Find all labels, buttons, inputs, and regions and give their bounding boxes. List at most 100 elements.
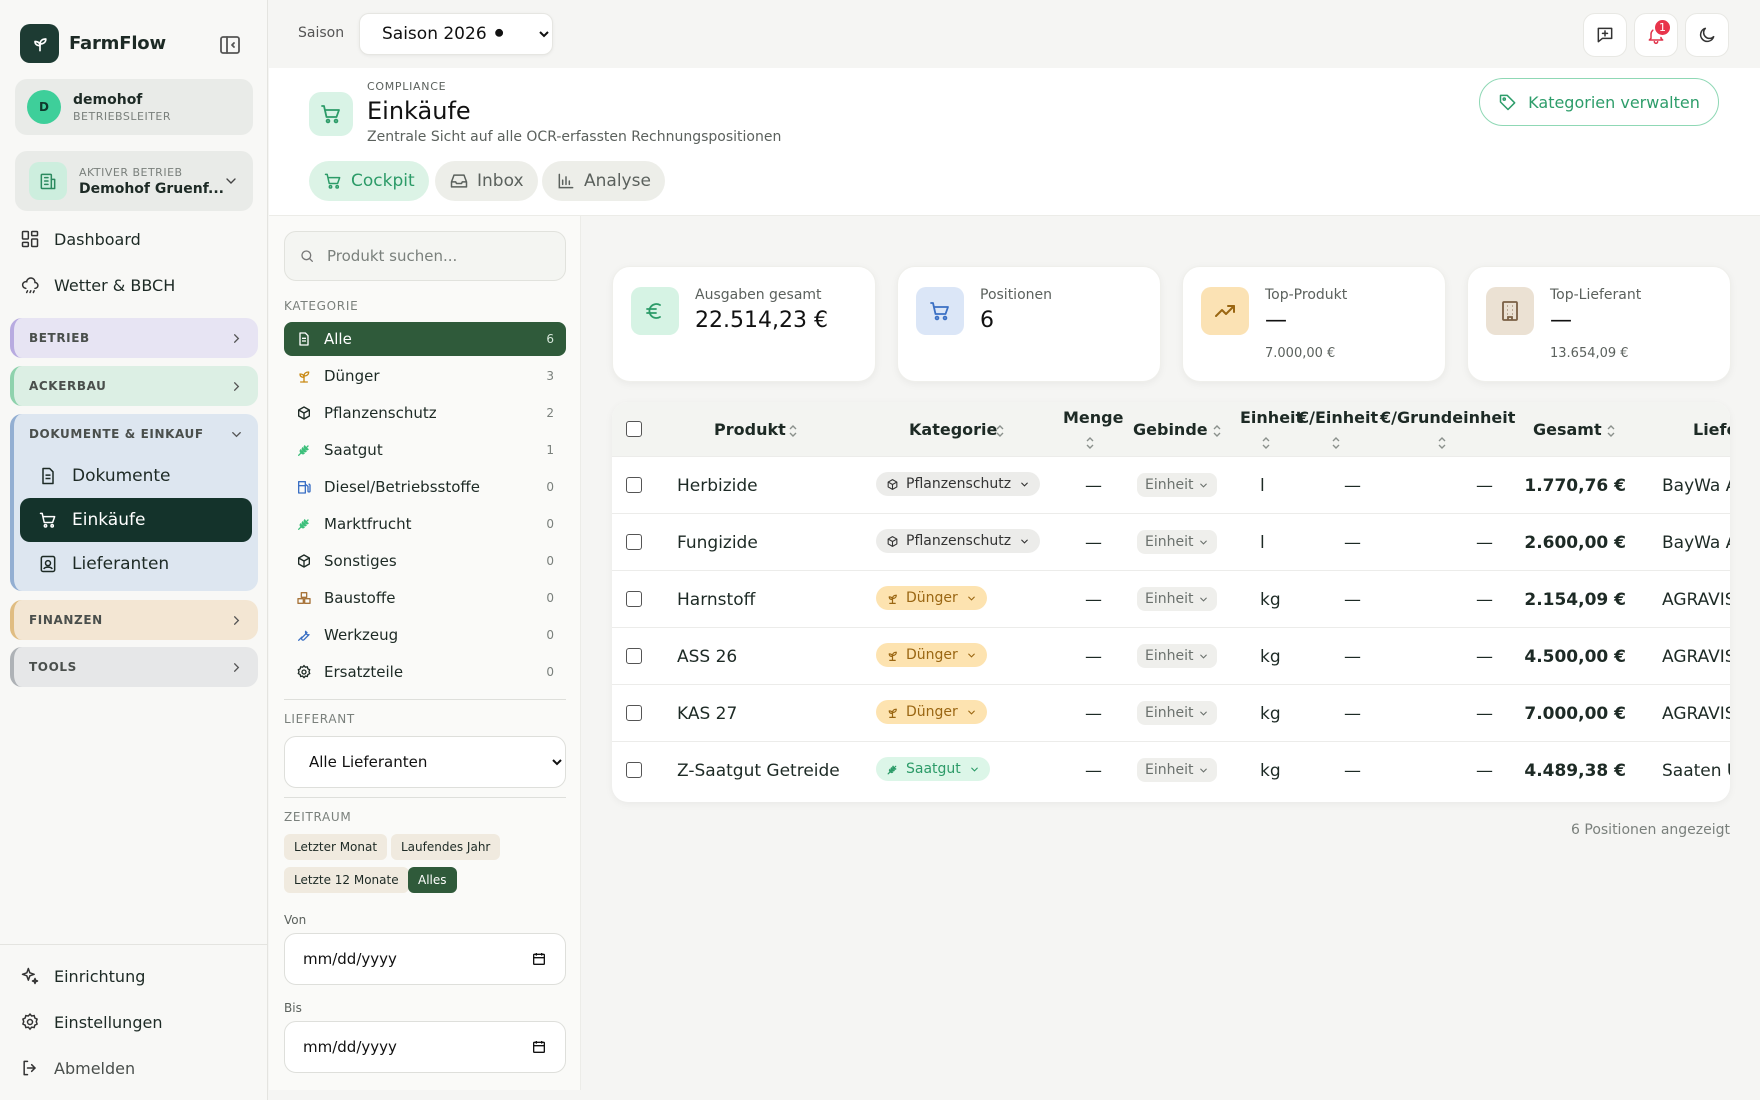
th-unit[interactable]: Einheit [1240, 408, 1303, 427]
category-pill[interactable]: Dünger [876, 643, 987, 667]
notifications-button[interactable]: 1 [1634, 13, 1678, 57]
container-select[interactable]: Einheit [1137, 473, 1218, 497]
container-select[interactable]: Einheit [1137, 758, 1218, 782]
category-pill[interactable]: Dünger [876, 700, 987, 724]
to-date-input[interactable]: mm/dd/yyyy [284, 1021, 566, 1073]
tab-cockpit[interactable]: Cockpit [309, 161, 429, 201]
sort-icon[interactable] [1261, 436, 1271, 450]
category-pill[interactable]: Pflanzenschutz [876, 529, 1041, 553]
category-item-alle[interactable]: Alle 6 [284, 322, 566, 356]
table-row[interactable]: Harnstoff Dünger — Einheit kg — — 2.154,… [612, 570, 1730, 627]
category-item-baustoffe[interactable]: Baustoffe 0 [284, 581, 566, 615]
nav-einstellungen[interactable]: Einstellungen [20, 1012, 162, 1032]
nav-dashboard[interactable]: Dashboard [20, 229, 141, 249]
nav-lieferanten[interactable]: Lieferanten [20, 542, 252, 586]
sort-icon[interactable] [995, 424, 1005, 438]
row-checkbox[interactable] [626, 591, 642, 607]
group-dokumente-header[interactable]: DOKUMENTE & EINKAUF [14, 414, 258, 454]
tab-inbox[interactable]: Inbox [435, 161, 538, 201]
sort-icon[interactable] [788, 424, 798, 438]
calendar-icon[interactable] [531, 1039, 547, 1055]
period-chip-last-month[interactable]: Letzter Monat [284, 834, 388, 860]
th-amount[interactable]: Menge [1063, 408, 1123, 427]
user-card[interactable]: D demohof BETRIEBSLEITER [15, 79, 253, 135]
brand[interactable]: FarmFlow [20, 24, 166, 63]
sort-icon[interactable] [1085, 436, 1095, 450]
th-price-unit[interactable]: €/Einheit [1298, 408, 1378, 427]
th-container[interactable]: Gebinde [1133, 420, 1208, 439]
container-select[interactable]: Einheit [1137, 587, 1218, 611]
nav-einrichtung[interactable]: Einrichtung [20, 966, 145, 986]
theme-toggle-button[interactable] [1685, 13, 1729, 57]
group-tools-label: TOOLS [29, 660, 77, 674]
category-item-duenger[interactable]: Dünger 3 [284, 359, 566, 393]
row-checkbox[interactable] [626, 534, 642, 550]
period-chip-last-12-months[interactable]: Letzte 12 Monate [284, 867, 409, 893]
row-checkbox[interactable] [626, 705, 642, 721]
category-item-sonstiges[interactable]: Sonstiges 0 [284, 544, 566, 578]
row-checkbox[interactable] [626, 648, 642, 664]
category-item-diesel[interactable]: Diesel/Betriebsstoffe 0 [284, 470, 566, 504]
feedback-button[interactable] [1583, 13, 1627, 57]
category-item-saatgut[interactable]: Saatgut 1 [284, 433, 566, 467]
cell-product: Fungizide [677, 533, 758, 553]
filter-divider [284, 699, 566, 700]
nav-group-ackerbau[interactable]: ACKERBAU [10, 366, 258, 406]
row-checkbox[interactable] [626, 477, 642, 493]
th-supplier[interactable]: Liefe [1693, 420, 1730, 439]
category-pill[interactable]: Saatgut [876, 757, 990, 781]
category-pill[interactable]: Pflanzenschutz [876, 472, 1041, 496]
th-price-base[interactable]: €/Grundeinheit [1380, 408, 1515, 427]
supplier-select[interactable]: Alle Lieferanten [284, 736, 566, 788]
table-row[interactable]: Fungizide Pflanzenschutz — Einheit l — —… [612, 513, 1730, 570]
search-input[interactable] [327, 247, 557, 265]
cell-total: 7.000,00 € [1524, 704, 1626, 724]
row-checkbox[interactable] [626, 762, 642, 778]
category-count: 0 [546, 665, 554, 679]
th-category[interactable]: Kategorie [909, 420, 997, 439]
period-chip-all[interactable]: Alles [408, 867, 457, 893]
category-pill[interactable]: Dünger [876, 586, 987, 610]
sidebar-collapse-icon[interactable] [218, 33, 242, 57]
nav-einkaeufe[interactable]: Einkäufe [20, 498, 252, 542]
tab-analyse[interactable]: Analyse [542, 161, 665, 201]
sort-icon[interactable] [1331, 436, 1341, 450]
nav-group-finanzen[interactable]: FINANZEN [10, 600, 258, 640]
sort-icon[interactable] [1212, 424, 1222, 438]
category-item-ersatzteile[interactable]: Ersatzteile 0 [284, 655, 566, 689]
category-item-werkzeug[interactable]: Werkzeug 0 [284, 618, 566, 652]
container-select[interactable]: Einheit [1137, 701, 1218, 725]
nav-group-tools[interactable]: TOOLS [10, 647, 258, 687]
category-item-pflanzenschutz[interactable]: Pflanzenschutz 2 [284, 396, 566, 430]
kpi-card-total-spend: Ausgaben gesamt 22.514,23 € [612, 266, 876, 382]
select-all-checkbox[interactable] [626, 421, 642, 437]
table-row[interactable]: ASS 26 Dünger — Einheit kg — — 4.500,00 … [612, 627, 1730, 684]
sort-icon[interactable] [1606, 424, 1616, 438]
nav-dokumente[interactable]: Dokumente [20, 454, 252, 498]
manage-categories-button[interactable]: Kategorien verwalten [1479, 78, 1719, 126]
sort-icon[interactable] [1437, 436, 1447, 450]
business-switcher[interactable]: AKTIVER BETRIEB Demohof Gruenf... [15, 151, 253, 211]
table-row[interactable]: Z-Saatgut Getreide Saatgut — Einheit kg … [612, 741, 1730, 798]
search-box[interactable] [284, 231, 566, 281]
nav-group-betrieb[interactable]: BETRIEB [10, 318, 258, 358]
period-chip-current-year[interactable]: Laufendes Jahr [391, 834, 501, 860]
wheat-icon [296, 516, 312, 532]
topbar: Saison Saison 2026 ⚫ 1 [269, 0, 1760, 68]
category-item-marktfrucht[interactable]: Marktfrucht 0 [284, 507, 566, 541]
calendar-icon[interactable] [531, 951, 547, 967]
container-select[interactable]: Einheit [1137, 530, 1218, 554]
th-product[interactable]: Produkt [714, 420, 786, 439]
table-row[interactable]: KAS 27 Dünger — Einheit kg — — 7.000,00 … [612, 684, 1730, 741]
th-total[interactable]: Gesamt [1533, 420, 1602, 439]
nav-abmelden[interactable]: Abmelden [20, 1058, 135, 1078]
season-select[interactable]: Saison 2026 ⚫ [359, 13, 553, 55]
container-select[interactable]: Einheit [1137, 644, 1218, 668]
kpi-value: — [1265, 308, 1287, 333]
from-date-input[interactable]: mm/dd/yyyy [284, 933, 566, 985]
nav-weather[interactable]: Wetter & BBCH [20, 275, 175, 295]
chevron-down-icon [966, 650, 977, 661]
category-name: Werkzeug [324, 626, 399, 644]
table-row[interactable]: Herbizide Pflanzenschutz — Einheit l — —… [612, 456, 1730, 513]
cell-unit: l [1260, 476, 1265, 496]
